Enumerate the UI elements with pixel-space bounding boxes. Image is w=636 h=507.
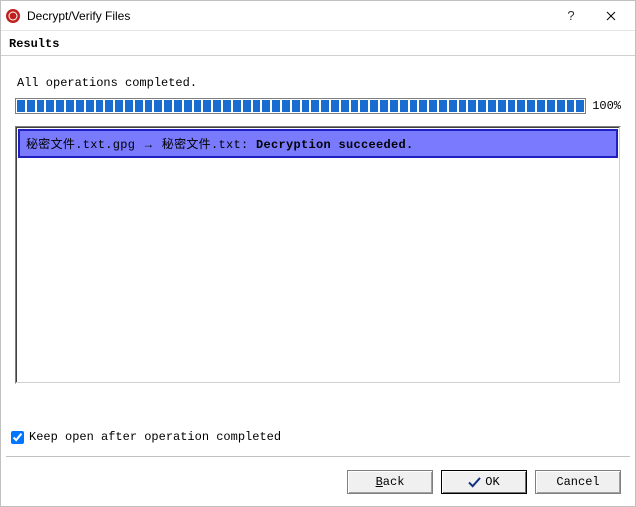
close-button[interactable] [591, 2, 631, 30]
ok-button[interactable]: OK [441, 470, 527, 494]
title-bar: Decrypt/Verify Files ? [1, 1, 635, 31]
keep-open-checkbox-row[interactable]: Keep open after operation completed [11, 430, 281, 444]
section-header: Results [1, 31, 635, 56]
separator [6, 456, 630, 458]
keep-open-label: Keep open after operation completed [29, 430, 281, 444]
back-mnemonic: B [376, 475, 383, 489]
app-icon [5, 8, 21, 24]
close-icon [606, 11, 616, 21]
back-button[interactable]: Back [347, 470, 433, 494]
help-button[interactable]: ? [551, 2, 591, 30]
button-row: Back OK Cancel [347, 470, 621, 494]
cancel-label: Cancel [556, 475, 599, 489]
window-title: Decrypt/Verify Files [27, 9, 551, 23]
result-dest: 秘密文件.txt: [162, 138, 249, 152]
result-status: Decryption succeeded. [256, 138, 414, 152]
progress-percent: 100% [586, 99, 621, 113]
progress-row: 100% [15, 98, 621, 114]
arrow-icon: → [145, 138, 153, 152]
status-text: All operations completed. [15, 76, 621, 90]
result-source: 秘密文件.txt.gpg [26, 138, 135, 152]
keep-open-checkbox[interactable] [11, 431, 24, 444]
progress-bar [15, 98, 586, 114]
check-icon [468, 477, 481, 488]
back-rest: ack [383, 475, 405, 489]
result-item[interactable]: 秘密文件.txt.gpg → 秘密文件.txt: Decryption succ… [18, 129, 618, 158]
ok-label: OK [485, 475, 499, 489]
cancel-button[interactable]: Cancel [535, 470, 621, 494]
results-list[interactable]: 秘密文件.txt.gpg → 秘密文件.txt: Decryption succ… [15, 126, 621, 384]
content-area: All operations completed. 100% 秘密文件.txt.… [1, 56, 635, 392]
